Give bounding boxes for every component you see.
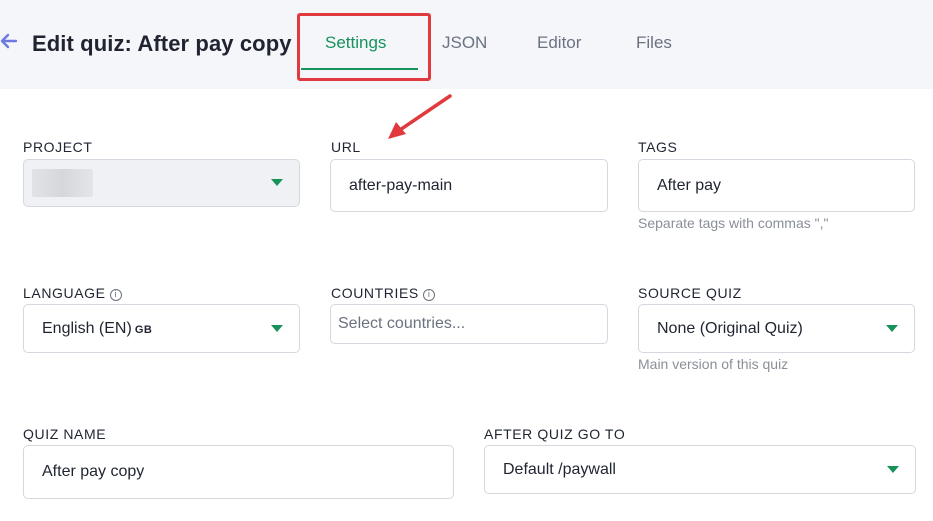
tab-files[interactable]: Files bbox=[636, 33, 672, 53]
language-label: LANGUAGE i bbox=[23, 285, 122, 301]
tags-label: TAGS bbox=[638, 139, 678, 155]
quiz-name-input[interactable]: After pay copy bbox=[23, 445, 454, 499]
after-quiz-label: AFTER QUIZ GO TO bbox=[484, 426, 626, 442]
countries-label: COUNTRIES i bbox=[331, 285, 435, 301]
quiz-name-value: After pay copy bbox=[42, 463, 145, 480]
source-quiz-value: None (Original Quiz) bbox=[657, 319, 803, 337]
source-quiz-select[interactable]: None (Original Quiz) bbox=[638, 304, 915, 353]
annotation-highlight-box bbox=[297, 13, 431, 81]
tab-json[interactable]: JSON bbox=[442, 33, 487, 53]
after-quiz-value: Default /paywall bbox=[503, 460, 616, 478]
source-quiz-help-text: Main version of this quiz bbox=[638, 356, 789, 372]
tab-editor[interactable]: Editor bbox=[537, 33, 581, 53]
url-value: after-pay-main bbox=[349, 176, 453, 194]
page-header: Edit quiz: After pay copy Settings JSON … bbox=[0, 0, 933, 89]
project-label: PROJECT bbox=[23, 139, 93, 155]
countries-placeholder: Select countries... bbox=[338, 315, 466, 332]
quiz-name-label: QUIZ NAME bbox=[23, 426, 107, 442]
language-value: English (EN) GB bbox=[42, 319, 153, 337]
back-arrow-icon[interactable] bbox=[0, 30, 18, 52]
tags-input[interactable]: After pay bbox=[638, 159, 915, 212]
tags-value: After pay bbox=[657, 176, 722, 194]
after-quiz-select[interactable]: Default /paywall bbox=[484, 445, 916, 494]
info-icon[interactable]: i bbox=[109, 289, 122, 301]
chevron-down-icon bbox=[271, 179, 283, 186]
tags-help-text: Separate tags with commas "," bbox=[638, 215, 829, 231]
info-icon[interactable]: i bbox=[422, 289, 435, 301]
url-label: URL bbox=[331, 139, 361, 155]
chevron-down-icon bbox=[887, 465, 899, 473]
annotation-arrow-icon bbox=[388, 94, 452, 139]
chevron-down-icon bbox=[271, 324, 283, 332]
project-select[interactable] bbox=[23, 159, 300, 207]
url-input[interactable]: after-pay-main bbox=[330, 159, 608, 212]
page-title: Edit quiz: After pay copy bbox=[32, 31, 292, 56]
language-select[interactable]: English (EN) GB bbox=[23, 304, 300, 353]
countries-multiselect[interactable]: Select countries... bbox=[330, 304, 608, 344]
project-value-redacted bbox=[32, 169, 93, 197]
chevron-down-icon bbox=[886, 324, 898, 332]
source-quiz-label: SOURCE QUIZ bbox=[638, 285, 742, 301]
